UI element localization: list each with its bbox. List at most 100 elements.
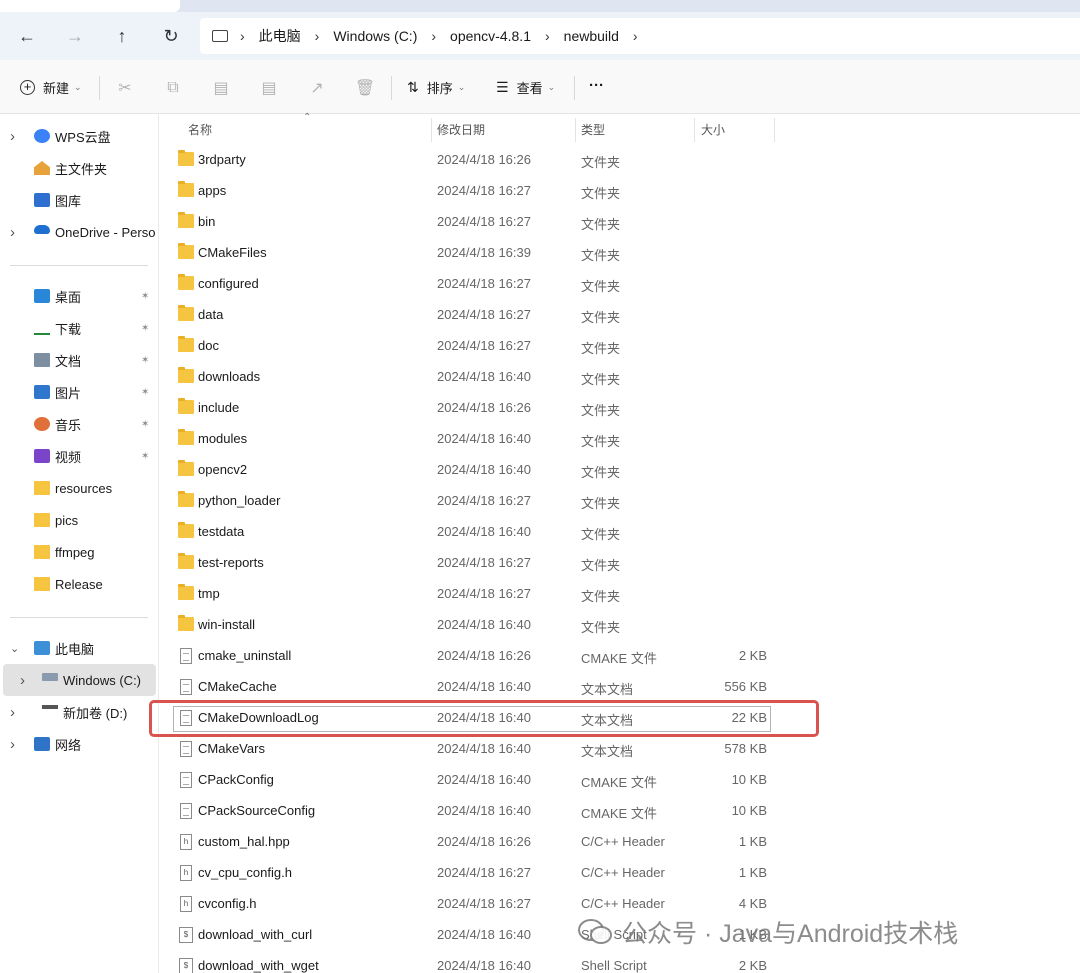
sidebar-item[interactable]: 图库 xyxy=(0,184,158,216)
sidebar-item[interactable]: ⌄ 此电脑 xyxy=(0,632,158,664)
file-size: 10 KB xyxy=(731,803,767,818)
file-row[interactable]: bin 2024/4/18 16:27 文件夹 xyxy=(159,207,1080,238)
paste-icon[interactable]: ▤ xyxy=(210,77,232,99)
file-row[interactable]: data 2024/4/18 16:27 文件夹 xyxy=(159,300,1080,331)
chevron-right-icon[interactable]: › xyxy=(10,736,22,753)
windows-drive-icon xyxy=(42,673,58,681)
sidebar-item[interactable]: › OneDrive - Perso xyxy=(0,216,158,248)
file-row[interactable]: doc 2024/4/18 16:27 文件夹 xyxy=(159,331,1080,362)
file-row[interactable]: configured 2024/4/18 16:27 文件夹 xyxy=(159,269,1080,300)
file-row[interactable]: CPackConfig 2024/4/18 16:40 CMAKE 文件 10 KB xyxy=(159,765,1080,796)
file-row[interactable]: h custom_hal.hpp 2024/4/18 16:26 C/C++ Head… xyxy=(159,827,1080,858)
column-header-type[interactable]: 类型 xyxy=(581,114,605,144)
file-name: testdata xyxy=(198,524,245,539)
sidebar-item-label: 网络 xyxy=(55,737,82,753)
sidebar-item[interactable]: 视频 ✶ xyxy=(0,440,158,472)
forward-arrow-icon[interactable]: → xyxy=(61,22,89,50)
sidebar-item[interactable]: 主文件夹 xyxy=(0,152,158,184)
breadcrumb-item[interactable]: opencv-4.8.1 xyxy=(450,28,531,44)
breadcrumb-separator[interactable]: › xyxy=(633,28,638,44)
pin-icon: ✶ xyxy=(141,290,150,302)
column-header-date[interactable]: 修改日期 xyxy=(437,114,485,144)
file-row[interactable]: test-reports 2024/4/18 16:27 文件夹 xyxy=(159,548,1080,579)
sidebar-item[interactable]: 图片 ✶ xyxy=(0,376,158,408)
delete-icon[interactable]: 🗑 xyxy=(354,77,376,99)
file-row[interactable]: $ download_with_wget 2024/4/18 16:40 Shell … xyxy=(159,951,1080,973)
sort-button[interactable]: ⇅ 排序 ⌄ xyxy=(407,78,465,97)
wps-cloud-icon xyxy=(34,129,50,143)
new-button[interactable]: + 新建 ⌄ xyxy=(20,78,82,97)
breadcrumb-separator[interactable]: › xyxy=(315,28,320,44)
sidebar-item[interactable]: ffmpeg xyxy=(0,536,158,568)
folder-icon xyxy=(178,398,194,414)
sidebar-item[interactable]: 下载 ✶ xyxy=(0,312,158,344)
file-row[interactable]: tmp 2024/4/18 16:27 文件夹 xyxy=(159,579,1080,610)
file-row[interactable]: CMakeCache 2024/4/18 16:40 文本文档 556 KB xyxy=(159,672,1080,703)
file-row[interactable]: cmake_uninstall 2024/4/18 16:26 CMAKE 文件 2 … xyxy=(159,641,1080,672)
column-header-size[interactable]: 大小 xyxy=(701,114,725,144)
cut-icon[interactable]: ✂ xyxy=(114,77,136,99)
column-header-name[interactable]: 名称 xyxy=(188,114,212,144)
address-bar[interactable]: › 此电脑 › Windows (C:) › opencv-4.8.1 › ne… xyxy=(200,18,1080,54)
file-date: 2024/4/18 16:40 xyxy=(437,772,531,787)
folder-icon xyxy=(178,522,194,538)
tab-current[interactable] xyxy=(0,0,180,12)
file-row[interactable]: h cv_cpu_config.h 2024/4/18 16:27 C/C++ Hea… xyxy=(159,858,1080,889)
sidebar-item[interactable]: › WPS云盘 xyxy=(0,120,158,152)
column-divider[interactable] xyxy=(774,118,775,142)
more-options-button[interactable]: ··· xyxy=(589,77,604,94)
sidebar-item[interactable]: pics xyxy=(0,504,158,536)
sidebar-item-label: 音乐 xyxy=(55,417,82,433)
sidebar-item[interactable]: › 新加卷 (D:) xyxy=(0,696,158,728)
file-row[interactable]: opencv2 2024/4/18 16:40 文件夹 xyxy=(159,455,1080,486)
file-row[interactable]: CMakeFiles 2024/4/18 16:39 文件夹 xyxy=(159,238,1080,269)
file-date: 2024/4/18 16:27 xyxy=(437,555,531,570)
chevron-right-icon[interactable]: › xyxy=(20,672,32,689)
file-name: CPackSourceConfig xyxy=(198,803,316,818)
sidebar-item-label: 图片 xyxy=(55,385,82,401)
chevron-right-icon[interactable]: › xyxy=(10,704,22,721)
rename-icon[interactable]: ▤ xyxy=(258,77,280,99)
column-header-type-label: 类型 xyxy=(581,122,606,137)
sidebar-item[interactable]: resources xyxy=(0,472,158,504)
sidebar-item[interactable]: › Windows (C:) xyxy=(3,664,156,696)
chevron-right-icon[interactable]: › xyxy=(10,224,22,241)
file-row[interactable]: modules 2024/4/18 16:40 文件夹 xyxy=(159,424,1080,455)
view-button[interactable]: ☰ 查看 ⌄ xyxy=(496,78,555,97)
copy-icon[interactable]: ⧉ xyxy=(162,77,184,99)
sidebar-item[interactable]: 桌面 ✶ xyxy=(0,280,158,312)
back-arrow-icon[interactable]: ← xyxy=(13,22,41,50)
column-header-size-label: 大小 xyxy=(701,122,726,137)
breadcrumb-separator[interactable]: › xyxy=(545,28,550,44)
file-row[interactable]: downloads 2024/4/18 16:40 文件夹 xyxy=(159,362,1080,393)
file-row[interactable]: win-install 2024/4/18 16:40 文件夹 xyxy=(159,610,1080,641)
file-type: CMAKE 文件 xyxy=(581,651,657,666)
file-row[interactable]: CMakeVars 2024/4/18 16:40 文本文档 578 KB xyxy=(159,734,1080,765)
sidebar-item[interactable]: 音乐 ✶ xyxy=(0,408,158,440)
sidebar-item[interactable]: › 网络 xyxy=(0,728,158,760)
refresh-icon[interactable]: ↻ xyxy=(157,22,185,50)
sidebar-item[interactable]: 文档 ✶ xyxy=(0,344,158,376)
chevron-down-icon[interactable]: ⌄ xyxy=(10,642,22,655)
breadcrumb-item[interactable]: newbuild xyxy=(564,28,619,44)
file-row[interactable]: python_loader 2024/4/18 16:27 文件夹 xyxy=(159,486,1080,517)
column-divider[interactable] xyxy=(431,118,432,142)
file-row[interactable]: include 2024/4/18 16:26 文件夹 xyxy=(159,393,1080,424)
file-type: 文件夹 xyxy=(581,465,621,480)
column-divider[interactable] xyxy=(694,118,695,142)
breadcrumb-separator[interactable]: › xyxy=(431,28,436,44)
file-row[interactable]: testdata 2024/4/18 16:40 文件夹 xyxy=(159,517,1080,548)
chevron-down-icon: ⌄ xyxy=(74,82,82,92)
file-row[interactable]: apps 2024/4/18 16:27 文件夹 xyxy=(159,176,1080,207)
share-icon[interactable]: ↗ xyxy=(306,77,328,99)
file-date: 2024/4/18 16:39 xyxy=(437,245,531,260)
column-divider[interactable] xyxy=(575,118,576,142)
sidebar-item-label: Windows (C:) xyxy=(63,672,142,688)
sidebar-item[interactable]: Release xyxy=(0,568,158,600)
chevron-right-icon[interactable]: › xyxy=(10,128,22,145)
breadcrumb-item[interactable]: Windows (C:) xyxy=(333,28,417,44)
file-row[interactable]: 3rdparty 2024/4/18 16:26 文件夹 xyxy=(159,145,1080,176)
breadcrumb-item[interactable]: 此电脑 xyxy=(259,26,301,46)
up-arrow-icon[interactable]: ↑ xyxy=(108,22,136,50)
file-row[interactable]: CPackSourceConfig 2024/4/18 16:40 CMAKE 文件… xyxy=(159,796,1080,827)
